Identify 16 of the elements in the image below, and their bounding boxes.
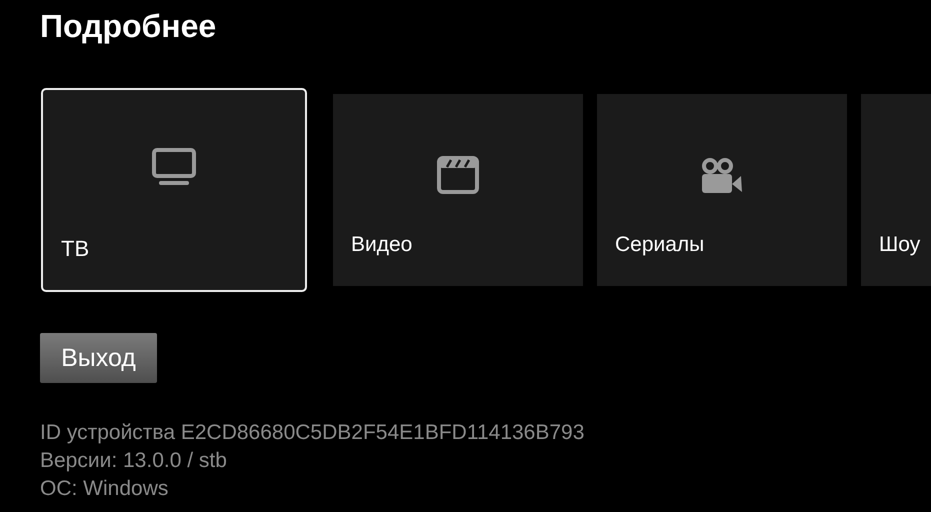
category-card[interactable]: Шоу [861, 94, 931, 286]
device-info-text: ID устройства E2CD86680C5DB2F54E1BFD114136B793 [40, 420, 586, 446]
exit-button[interactable]: Выход [40, 333, 157, 383]
category-card[interactable]: Видео [333, 94, 583, 286]
clapperboard-icon [437, 156, 479, 194]
card-label: ТВ [61, 236, 90, 262]
monitor-icon [152, 148, 196, 186]
category-card[interactable]: Сериалы [597, 94, 847, 286]
page-title: Подробнее [40, 7, 218, 46]
movie-camera-icon [701, 158, 743, 194]
category-card[interactable]: ТВ [41, 88, 307, 292]
card-label: Шоу [879, 232, 920, 258]
card-label: Сериалы [615, 232, 704, 258]
device-info-text: ОС: Windows [40, 476, 170, 502]
device-info-text: Версии: 13.0.0 / stb [40, 448, 228, 474]
card-label: Видео [351, 232, 412, 258]
